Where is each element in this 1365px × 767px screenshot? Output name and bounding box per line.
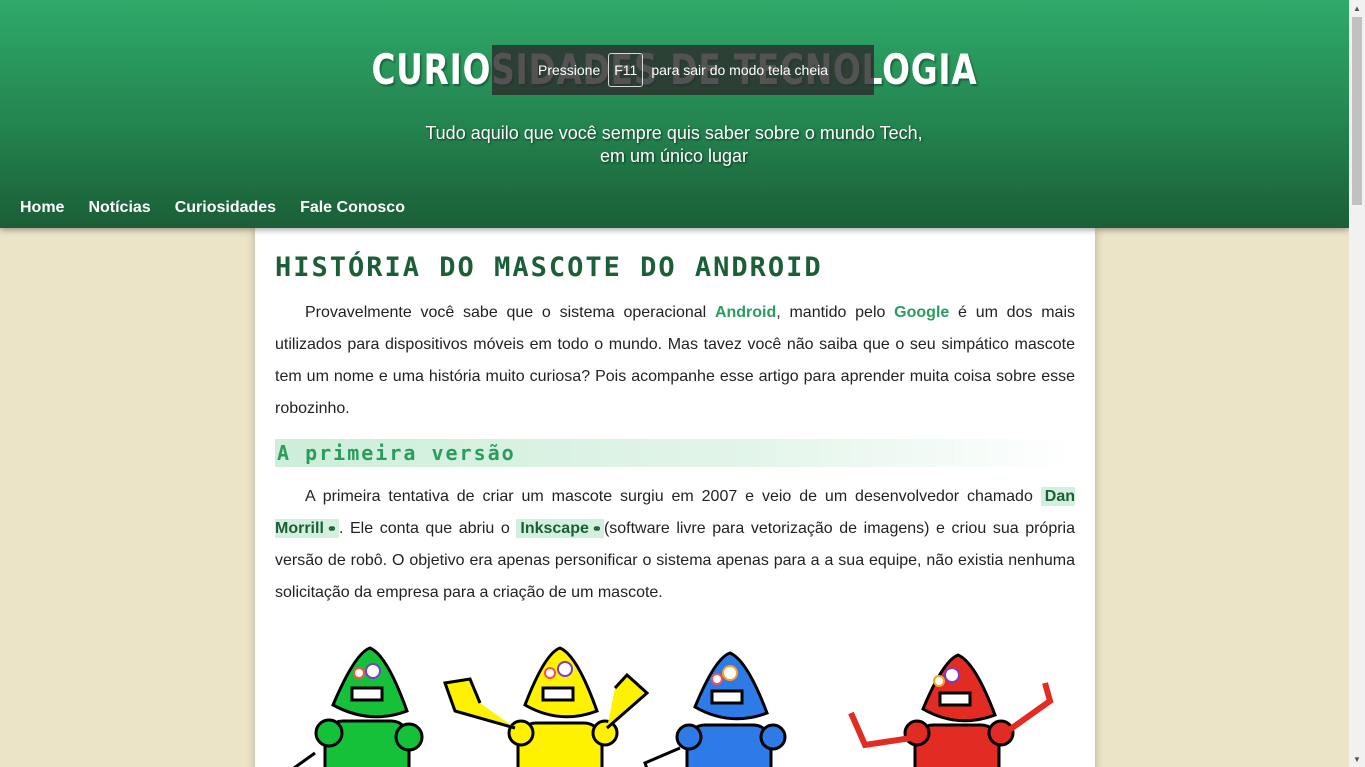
fullscreen-notice-suffix: para sair do modo tela cheia (651, 62, 829, 78)
site-subtitle: Tudo aquilo que você sempre quis saber s… (425, 123, 923, 166)
main-nav: Home Notícias Curiosidades Fale Conosco (8, 196, 417, 220)
article-title: História do mascote do Android (275, 252, 823, 283)
link-inkscape[interactable]: Inkscape ⚭ (516, 519, 604, 538)
fullscreen-notice-prefix: Pressione (537, 62, 601, 78)
green-robot (292, 646, 424, 767)
page-scrollbar[interactable]: ▲ ▼ (1349, 0, 1365, 767)
intro-text-1: Provavelmente você sabe que o sistema op… (305, 304, 715, 321)
yellow-robot (442, 646, 650, 767)
blue-robot (643, 651, 787, 767)
link-inkscape-label: Inkscape (520, 520, 589, 537)
robot-mascots-image (292, 646, 1054, 767)
first-version-text-1: A primeira tentativa de criar um mascote… (305, 488, 1041, 505)
first-version-text-2: . Ele conta que abriu o (338, 520, 517, 537)
scroll-up-icon[interactable]: ▲ (1349, 0, 1365, 16)
intro-text-2: , mantido pelo (776, 304, 895, 321)
nav-home[interactable]: Home (8, 196, 76, 220)
intro-paragraph: Provavelmente você sabe que o sistema op… (275, 297, 1075, 425)
red-robot (848, 653, 1054, 767)
article: História do mascote do Android Provavelm… (255, 228, 1095, 767)
keyword-google: Google (894, 304, 950, 321)
section-title-primeira-versao: A primeira versão (275, 439, 1075, 467)
first-version-paragraph: A primeira tentativa de criar um mascote… (275, 481, 1075, 609)
keyword-android: Android (714, 304, 777, 321)
nav-fale-conosco[interactable]: Fale Conosco (288, 196, 417, 220)
link-chain-icon: ⚭ (591, 522, 602, 536)
nav-noticias[interactable]: Notícias (76, 196, 162, 220)
fullscreen-notice: Pressione F11 para sair do modo tela che… (492, 45, 874, 95)
f11-key: F11 (608, 53, 644, 87)
site-header: CURIOSIDADES DE TECNOLOGIA Tudo aquilo q… (0, 0, 1349, 228)
nav-curiosidades[interactable]: Curiosidades (163, 196, 288, 220)
link-chain-icon: ⚭ (326, 522, 337, 536)
scroll-thumb[interactable] (1352, 17, 1362, 205)
scroll-down-icon[interactable]: ▼ (1349, 751, 1365, 767)
